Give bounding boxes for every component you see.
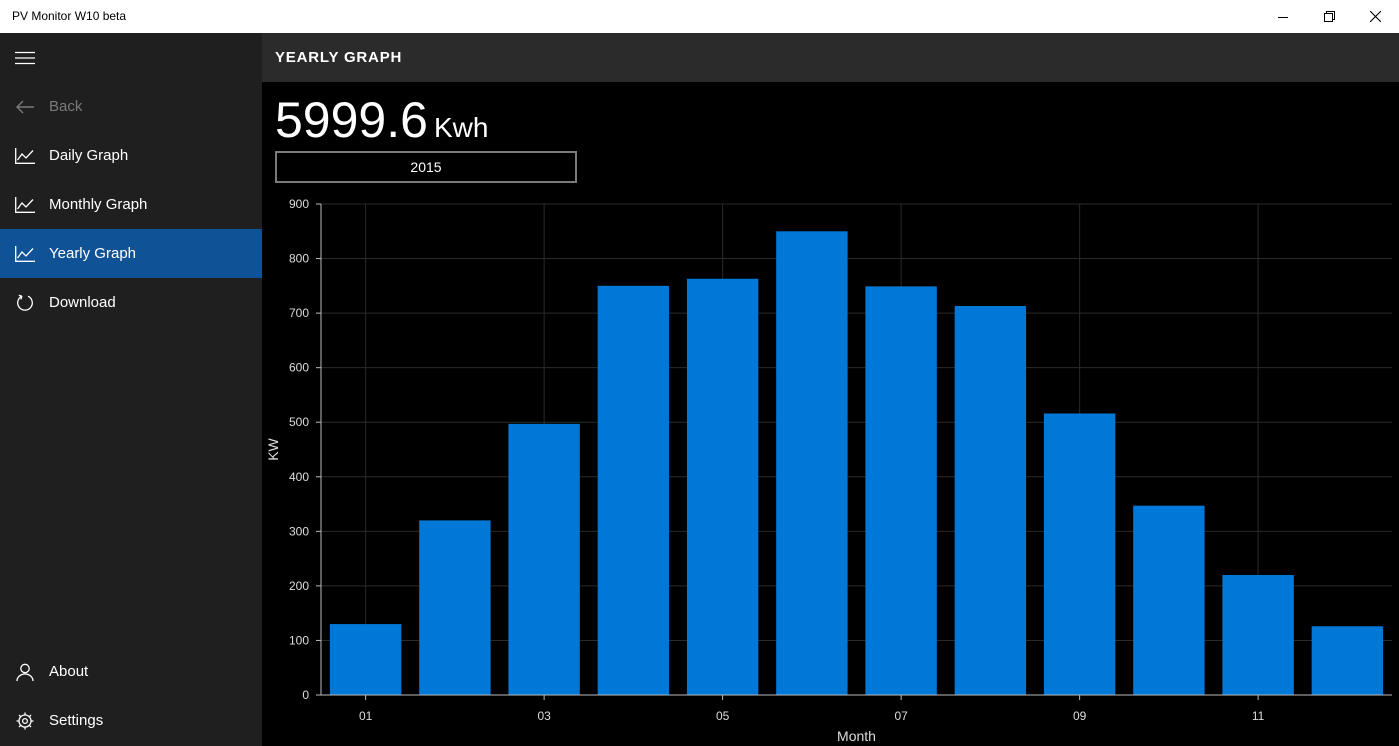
total-energy: 5999.6 Kwh xyxy=(275,91,488,149)
back-button[interactable]: Back xyxy=(0,82,262,131)
minimize-icon xyxy=(1278,16,1288,18)
close-icon xyxy=(1369,11,1381,22)
back-label: Back xyxy=(49,98,83,115)
y-tick-label: 600 xyxy=(289,361,309,375)
nav-pane: Back Daily Graph Monthly Graph Yearly Gr… xyxy=(0,33,262,746)
hamburger-button[interactable] xyxy=(0,33,262,82)
nav-item-settings[interactable]: Settings xyxy=(0,696,262,745)
line-chart-icon xyxy=(0,229,49,278)
nav-item-about[interactable]: About xyxy=(0,647,262,696)
hamburger-icon xyxy=(0,33,49,82)
nav-item-monthly-graph[interactable]: Monthly Graph xyxy=(0,180,262,229)
refresh-icon xyxy=(0,278,49,327)
nav-item-download[interactable]: Download xyxy=(0,278,262,327)
bar-11 xyxy=(1222,574,1294,695)
y-tick-label: 0 xyxy=(302,688,309,702)
yearly-bar-chart: 0 100 200 300 400 500 600 700 800 900 01 03 05 07 09 11… xyxy=(265,197,1392,744)
bar-10 xyxy=(1133,505,1205,695)
x-tick-label: 07 xyxy=(894,709,908,723)
line-chart-icon xyxy=(0,180,49,229)
y-tick-label: 500 xyxy=(289,415,309,429)
bar-02 xyxy=(419,520,491,695)
restore-button[interactable] xyxy=(1306,0,1352,33)
bar-06 xyxy=(776,231,848,695)
line-chart-icon xyxy=(0,131,49,180)
nav-item-label: Monthly Graph xyxy=(49,196,148,213)
bar-07 xyxy=(865,286,937,695)
bar-05 xyxy=(686,278,759,695)
x-tick-label: 11 xyxy=(1252,709,1265,723)
nav-item-label: Download xyxy=(49,294,116,311)
nav-item-daily-graph[interactable]: Daily Graph xyxy=(0,131,262,180)
nav-item-yearly-graph[interactable]: Yearly Graph xyxy=(0,229,262,278)
y-tick-label: 700 xyxy=(289,306,309,320)
year-value: 2015 xyxy=(410,159,442,175)
total-unit: Kwh xyxy=(433,112,489,143)
window-title: PV Monitor W10 beta xyxy=(12,9,127,23)
person-icon xyxy=(0,647,49,696)
page-header: YEARLY GRAPH xyxy=(262,33,1399,82)
restore-icon xyxy=(1323,11,1335,22)
minimize-button[interactable] xyxy=(1260,0,1306,33)
year-selector[interactable]: 2015 xyxy=(275,151,577,183)
x-tick-label: 03 xyxy=(537,709,551,723)
x-tick-label: 05 xyxy=(716,709,730,723)
y-tick-label: 800 xyxy=(289,252,309,266)
x-axis-title: Month xyxy=(837,728,876,744)
x-tick-label: 01 xyxy=(359,709,373,723)
back-arrow-icon xyxy=(0,82,49,131)
y-tick-label: 100 xyxy=(289,633,309,647)
bar-12 xyxy=(1311,626,1384,695)
y-tick-label: 400 xyxy=(289,470,309,484)
nav-item-label: Daily Graph xyxy=(49,147,129,164)
nav-item-label: Yearly Graph xyxy=(49,245,136,262)
settings-label: Settings xyxy=(49,712,104,729)
y-tick-label: 900 xyxy=(289,197,309,211)
y-tick-label: 200 xyxy=(289,579,309,593)
bar-08 xyxy=(954,306,1027,695)
bar-09 xyxy=(1043,413,1116,695)
x-tick-label: 09 xyxy=(1073,709,1087,723)
y-tick-label: 300 xyxy=(289,524,309,538)
title-bar: PV Monitor W10 beta xyxy=(0,0,1399,33)
y-axis-title: KW xyxy=(265,437,281,460)
about-label: About xyxy=(49,663,89,680)
page-title: YEARLY GRAPH xyxy=(275,49,403,66)
total-value: 5999.6 xyxy=(275,92,428,148)
bar-04 xyxy=(597,285,670,695)
content-area: YEARLY GRAPH 5999.6 Kwh 2015 0 100 200 300 40… xyxy=(262,33,1399,746)
bar-03 xyxy=(508,423,580,695)
gear-icon xyxy=(0,696,49,745)
close-button[interactable] xyxy=(1352,0,1398,33)
bar-01 xyxy=(329,624,402,695)
